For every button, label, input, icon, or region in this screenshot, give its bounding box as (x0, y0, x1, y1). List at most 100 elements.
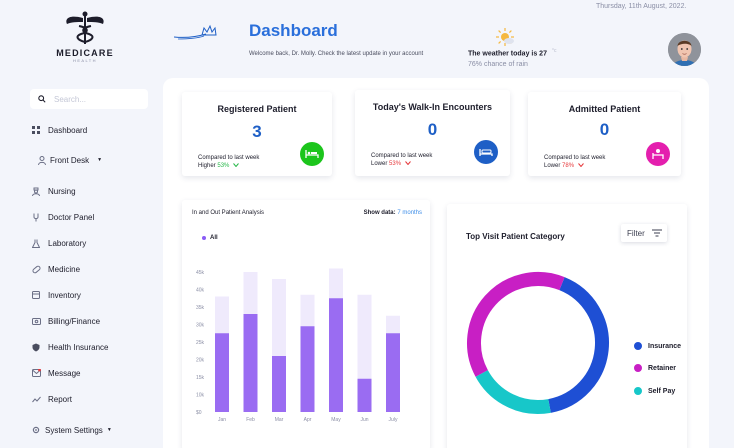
sidebar-item-label: Billing/Finance (48, 316, 101, 326)
legend-dot (634, 342, 642, 350)
legend-dot (634, 364, 642, 372)
x-tick-label: July (389, 417, 398, 423)
trend-percent: 53% (389, 161, 402, 167)
y-tick-label: 45k (196, 270, 205, 276)
trend-word: Lower (544, 163, 561, 169)
patient-category-panel: Top Visit Patient Category Filter Insura… (447, 204, 687, 448)
sidebar-item-label: Report (48, 394, 73, 404)
bar-value[interactable] (300, 326, 315, 412)
caret-down-icon: ▼ (97, 157, 103, 163)
nurse-icon (31, 186, 41, 196)
bed-icon (300, 142, 324, 166)
sidebar-item-message[interactable]: Message (31, 368, 80, 378)
walk-in-encounters-card[interactable]: Today's Walk-In Encounters 0 Compared to… (355, 90, 510, 176)
bar-value[interactable] (272, 356, 286, 412)
x-tick-label: May (331, 417, 341, 423)
compare-label: Compared to last week (371, 153, 433, 159)
current-date: Thursday, 11th August, 2022. (596, 3, 687, 10)
trend-line: Higher 53% (198, 162, 259, 170)
page-title: Dashboard (249, 21, 338, 40)
search-icon (38, 95, 46, 103)
box-icon (31, 290, 41, 300)
search-box[interactable] (30, 89, 148, 109)
welcome-text: Welcome back, Dr. Molly. Check the lates… (249, 51, 424, 57)
legend-insurance[interactable]: Insurance (634, 342, 681, 350)
sidebar-item-health-insurance[interactable]: Health Insurance (31, 342, 108, 352)
money-icon (31, 316, 41, 326)
caret-down-icon: ▼ (106, 427, 112, 433)
sidebar-item-medicine[interactable]: Medicine (31, 264, 80, 274)
bar-value[interactable] (215, 333, 229, 412)
x-tick-label: Jun (360, 417, 368, 423)
legend-dot (634, 387, 642, 395)
donut-chart (467, 272, 609, 414)
main-panel: Registered Patient 3 Compared to last we… (163, 78, 709, 448)
sidebar-item-label: Medicine (48, 264, 81, 274)
weather-sun-icon (496, 28, 514, 46)
trend-icon (31, 394, 41, 404)
bar-value[interactable] (329, 298, 343, 412)
sidebar-item-doctor-panel[interactable]: Doctor Panel (31, 212, 94, 222)
legend-label: Self Pay (648, 387, 676, 395)
donut-slice-insurance[interactable] (548, 277, 609, 413)
pill-icon (31, 264, 41, 274)
donut-slice-retainer[interactable] (467, 272, 565, 377)
sidebar-item-nursing[interactable]: Nursing (31, 186, 76, 196)
legend-self-pay[interactable]: Self Pay (634, 387, 675, 395)
person-icon (37, 155, 47, 165)
shield-icon (31, 342, 41, 352)
trend-percent: 53% (217, 163, 230, 169)
y-tick-label: $0 (196, 410, 202, 416)
sidebar-item-label: Health Insurance (48, 342, 109, 352)
weather-text: The weather today is 27 °c (468, 48, 556, 57)
brand-tagline: HEALTH (73, 58, 97, 63)
sidebar-item-front-desk[interactable]: Front Desk ▼ (37, 155, 102, 165)
bar-value[interactable] (386, 333, 400, 412)
card-title: Today's Walk-In Encounters (372, 102, 493, 112)
sidebar-item-label: Doctor Panel (48, 212, 95, 222)
sidebar-item-system-settings[interactable]: System Settings ▼ (31, 425, 112, 435)
legend-label: Retainer (648, 364, 677, 372)
stethoscope-icon (31, 212, 41, 222)
sidebar-item-dashboard[interactable]: Dashboard (31, 125, 87, 135)
caduceus-icon (66, 11, 104, 44)
card-value: 3 (252, 122, 262, 141)
gear-icon (31, 425, 41, 435)
y-tick-label: 10k (196, 393, 205, 399)
y-tick-label: 40k (196, 288, 205, 294)
trend-line: Lower 78% (544, 162, 605, 170)
trend-word: Lower (371, 161, 388, 167)
hospital-bed-icon (474, 140, 498, 164)
sidebar-item-report[interactable]: Report (31, 394, 72, 404)
trend-line: Lower 53% (371, 160, 432, 168)
sidebar-item-inventory[interactable]: Inventory (31, 290, 81, 300)
patient-analysis-panel: In and Out Patient Analysis Show data: 7… (182, 200, 430, 448)
trend-word: Higher (198, 163, 216, 169)
compare-label: Compared to last week (544, 155, 606, 161)
user-avatar-icon (668, 33, 701, 66)
card-comparison: Compared to last week Lower 78% (544, 154, 605, 170)
bar-value[interactable] (243, 314, 258, 412)
sidebar: MEDICARE HEALTH Dashboard Front Desk ▼ N… (0, 0, 163, 448)
compare-label: Compared to last week (198, 155, 260, 161)
brand-name: MEDICARE (56, 48, 114, 58)
card-value: 0 (599, 120, 610, 139)
search-input[interactable] (54, 94, 124, 104)
weather-unit: °c (551, 48, 557, 54)
card-comparison: Compared to last week Higher 53% (198, 154, 259, 170)
card-title: Admitted Patient (568, 104, 641, 114)
admitted-patient-card[interactable]: Admitted Patient 0 Compared to last week… (528, 92, 681, 176)
avatar[interactable] (668, 33, 701, 66)
message-icon (31, 368, 41, 378)
sidebar-item-laboratory[interactable]: Laboratory (31, 238, 86, 248)
chevron-down-icon (404, 161, 411, 166)
sidebar-item-label: Inventory (48, 290, 81, 300)
registered-patient-card[interactable]: Registered Patient 3 Compared to last we… (182, 92, 332, 176)
sidebar-item-billing[interactable]: Billing/Finance (31, 316, 100, 326)
legend-retainer[interactable]: Retainer (634, 364, 676, 372)
bar-value[interactable] (357, 378, 372, 412)
x-tick-label: Feb (246, 417, 255, 423)
chevron-down-icon (233, 163, 239, 168)
sidebar-item-label: Front Desk (50, 155, 90, 165)
donut-slice-self-pay[interactable] (475, 369, 551, 414)
